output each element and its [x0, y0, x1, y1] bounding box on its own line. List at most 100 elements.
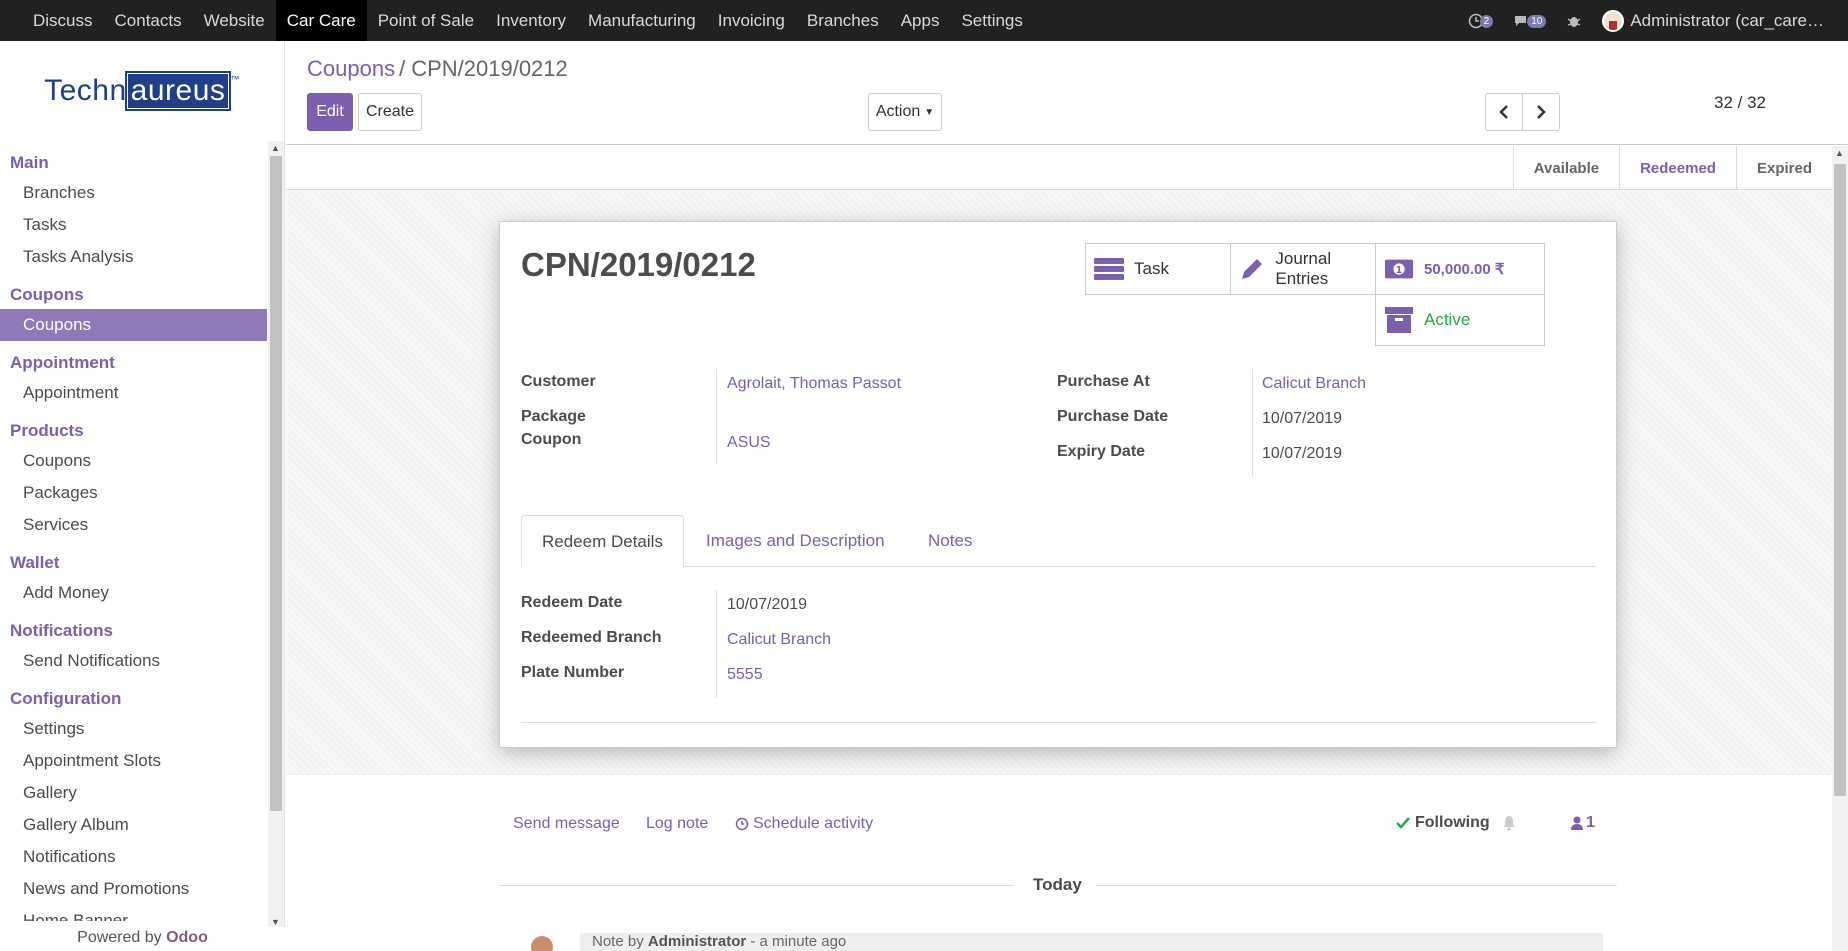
sidebar-item-tasks-analysis[interactable]: Tasks Analysis	[0, 241, 267, 273]
sidebar-item-notifications[interactable]: Notifications	[0, 841, 267, 873]
purchase-date-field: 10/07/2019	[1262, 410, 1343, 427]
menu-discuss[interactable]: Discuss	[22, 0, 104, 41]
sidebar-item-add-money[interactable]: Add Money	[0, 577, 267, 609]
journal-entries-smart-button[interactable]: Journal Entries	[1230, 243, 1376, 295]
scroll-up-arrow-icon[interactable]: ▲	[1835, 148, 1844, 158]
follow-button[interactable]: Following	[1396, 814, 1490, 832]
logo-text-right: aureus	[124, 71, 232, 111]
menu-invoicing[interactable]: Invoicing	[707, 0, 796, 41]
record-title: CPN/2019/0212	[521, 246, 756, 283]
menu-point-of-sale[interactable]: Point of Sale	[367, 0, 485, 41]
activity-badge: 2	[1479, 15, 1494, 28]
sidebar-section-products[interactable]: Products	[0, 409, 267, 445]
create-button[interactable]: Create	[358, 93, 422, 131]
tab-redeem-details[interactable]: Redeem Details	[521, 515, 684, 568]
edit-button[interactable]: Edit	[307, 93, 353, 131]
sidebar-item-send-notifications[interactable]: Send Notifications	[0, 645, 267, 677]
sidebar-item-settings[interactable]: Settings	[0, 713, 267, 745]
menu-contacts[interactable]: Contacts	[104, 0, 193, 41]
field-divider-left	[716, 369, 717, 464]
bell-icon	[1503, 816, 1515, 831]
menu-car-care[interactable]: Car Care	[275, 0, 367, 41]
stage-redeemed[interactable]: Redeemed	[1619, 146, 1736, 190]
breadcrumb-coupons-link[interactable]: Coupons	[307, 56, 395, 81]
task-smart-button[interactable]: Task	[1085, 243, 1231, 295]
action-dropdown[interactable]: Action ▼	[868, 93, 942, 131]
sidebar-item-home-banner[interactable]: Home Banner	[0, 905, 267, 921]
form-scrollbar[interactable]: ▲	[1832, 146, 1848, 951]
pencil-icon	[1239, 256, 1265, 282]
status-bar: Available Redeemed Expired	[286, 146, 1832, 190]
sidebar-item-appointment[interactable]: Appointment	[0, 377, 267, 409]
sidebar-section-main[interactable]: Main	[0, 141, 267, 177]
debug-systray[interactable]	[1566, 13, 1582, 29]
breadcrumb-separator: /	[399, 56, 406, 81]
menu-settings[interactable]: Settings	[950, 0, 1033, 41]
sidebar-menu: Main Branches Tasks Tasks Analysis Coupo…	[0, 141, 267, 921]
customer-field[interactable]: Agrolait, Thomas Passot	[727, 375, 901, 393]
scroll-up-arrow-icon[interactable]: ▲	[271, 143, 280, 153]
notification-settings-button[interactable]	[1502, 815, 1516, 836]
menu-apps[interactable]: Apps	[890, 0, 951, 41]
sheet-bottom-separator	[521, 722, 1596, 723]
stage-available[interactable]: Available	[1512, 146, 1619, 190]
sidebar-section-appointment[interactable]: Appointment	[0, 341, 267, 377]
plate-number-field[interactable]: 5555	[727, 666, 763, 684]
pager-previous-button[interactable]	[1485, 93, 1523, 131]
menu-branches[interactable]: Branches	[796, 0, 890, 41]
schedule-activity-button[interactable]: Schedule activity	[735, 815, 873, 833]
sidebar-item-tasks[interactable]: Tasks	[0, 209, 267, 241]
tab-images-description[interactable]: Images and Description	[686, 515, 905, 567]
menu-manufacturing[interactable]: Manufacturing	[577, 0, 707, 41]
action-label: Action	[875, 103, 921, 120]
active-toggle-button[interactable]: Active	[1375, 294, 1545, 346]
sidebar-scroll-thumb[interactable]	[270, 156, 282, 811]
package-coupon-field[interactable]: ASUS	[727, 434, 771, 452]
log-note-button[interactable]: Log note	[646, 815, 708, 833]
sidebar-item-coupons[interactable]: Coupons	[0, 309, 267, 341]
pager-value[interactable]: 32 / 32	[1714, 93, 1766, 113]
menu-website[interactable]: Website	[193, 0, 276, 41]
expiry-date-label: Expiry Date	[1057, 443, 1146, 460]
sidebar-item-branches[interactable]: Branches	[0, 177, 267, 209]
stage-expired[interactable]: Expired	[1735, 146, 1832, 190]
sidebar-item-services[interactable]: Services	[0, 509, 267, 541]
sidebar-scrollbar[interactable]: ▲ ▼	[268, 141, 284, 928]
form-view: Available Redeemed Expired CPN/2019/0212…	[286, 146, 1832, 951]
sidebar-section-coupons[interactable]: Coupons	[0, 273, 267, 309]
powered-by-odoo-link[interactable]: Odoo	[166, 929, 208, 946]
sidebar-item-appointment-slots[interactable]: Appointment Slots	[0, 745, 267, 777]
send-message-button[interactable]: Send message	[513, 815, 620, 833]
messaging-systray[interactable]: 10	[1513, 13, 1547, 29]
sidebar-section-wallet[interactable]: Wallet	[0, 541, 267, 577]
note-author[interactable]: Administrator	[648, 933, 746, 950]
purchase-date-label: Purchase Date	[1057, 408, 1169, 425]
archive-icon	[1384, 307, 1414, 333]
redeemed-branch-field[interactable]: Calicut Branch	[727, 631, 831, 649]
user-menu[interactable]: Administrator (car_care…	[1602, 9, 1848, 32]
scroll-down-arrow-icon[interactable]: ▼	[271, 917, 280, 927]
sidebar-item-news-promotions[interactable]: News and Promotions	[0, 873, 267, 905]
sidebar-section-notifications[interactable]: Notifications	[0, 609, 267, 645]
sidebar-section-configuration[interactable]: Configuration	[0, 677, 267, 713]
sidebar-item-product-coupons[interactable]: Coupons	[0, 445, 267, 477]
amount-smart-button[interactable]: 1 50,000.00 ₹	[1375, 243, 1545, 295]
menu-inventory[interactable]: Inventory	[485, 0, 577, 41]
followers-button[interactable]: 1	[1571, 814, 1595, 832]
tab-notes[interactable]: Notes	[908, 515, 992, 567]
plate-number-label: Plate Number	[521, 664, 625, 681]
company-logo: Techn aureus ™	[0, 41, 284, 141]
bug-icon	[1567, 16, 1581, 27]
note-prefix: Note by	[592, 933, 648, 950]
active-label: Active	[1424, 310, 1471, 329]
sidebar-item-gallery[interactable]: Gallery	[0, 777, 267, 809]
following-label: Following	[1415, 814, 1490, 831]
customer-label: Customer	[521, 373, 596, 390]
today-separator: Today	[1033, 875, 1082, 894]
sidebar-item-packages[interactable]: Packages	[0, 477, 267, 509]
activity-systray[interactable]: 2	[1468, 13, 1494, 29]
sidebar-item-gallery-album[interactable]: Gallery Album	[0, 809, 267, 841]
form-scroll-thumb[interactable]	[1834, 164, 1846, 796]
pager-next-button[interactable]	[1522, 93, 1560, 131]
purchase-at-field[interactable]: Calicut Branch	[1262, 375, 1366, 393]
